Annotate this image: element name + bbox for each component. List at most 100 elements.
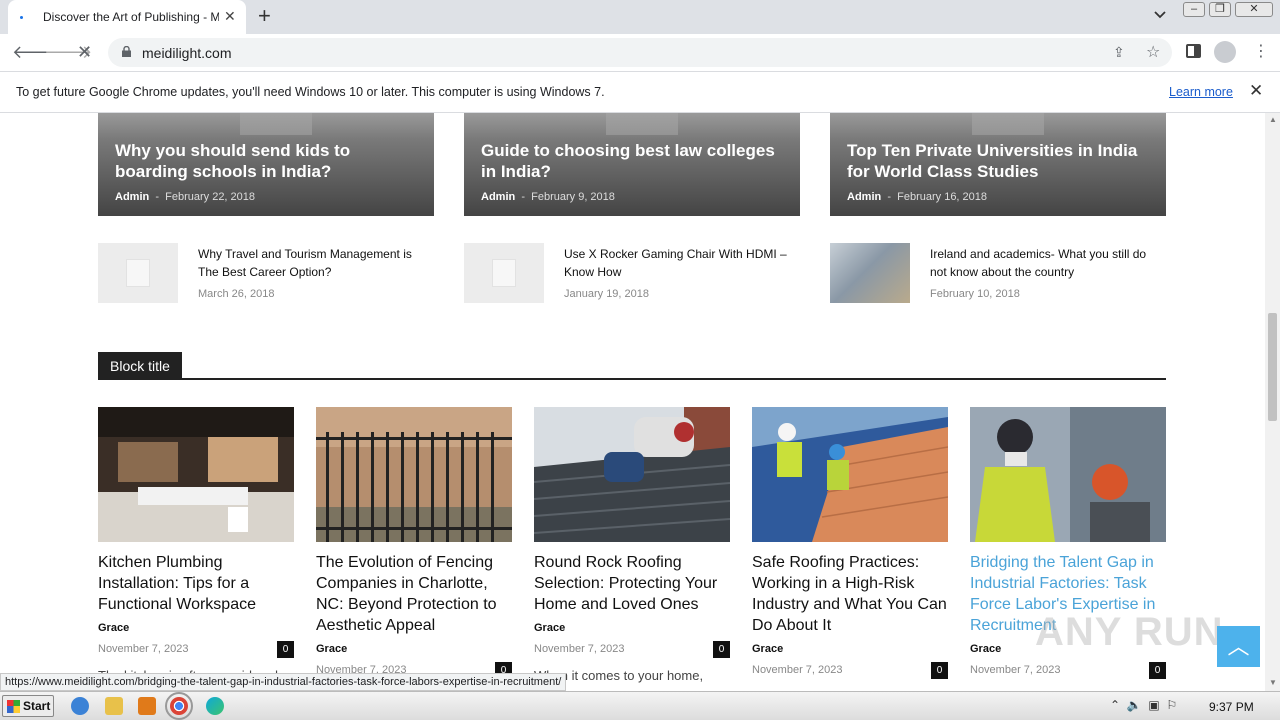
browser-tab[interactable]: Discover the Art of Publishing - Meid ✕ xyxy=(8,0,246,34)
list-item-title[interactable]: Ireland and academics- What you still do… xyxy=(930,245,1166,281)
post-author[interactable]: Grace xyxy=(534,622,565,634)
address-url[interactable]: meidilight.com xyxy=(142,45,231,61)
featured-author[interactable]: Admin xyxy=(115,191,149,203)
post-title[interactable]: Round Rock Roofing Selection: Protecting… xyxy=(534,552,730,615)
post-thumbnail[interactable] xyxy=(464,243,544,303)
post-date: November 7, 2023 xyxy=(98,643,189,655)
stop-loading-icon[interactable]: ✕ xyxy=(77,42,92,63)
post-image[interactable] xyxy=(752,407,948,542)
comment-count-badge[interactable]: 0 xyxy=(931,662,948,679)
minimize-window-icon[interactable]: ‒ xyxy=(1183,2,1205,17)
featured-author[interactable]: Admin xyxy=(481,191,515,203)
post-author[interactable]: Grace xyxy=(98,622,129,634)
featured-author[interactable]: Admin xyxy=(847,191,881,203)
post-card[interactable]: The Evolution of Fencing Companies in Ch… xyxy=(316,407,512,691)
card-image-fragment xyxy=(606,113,678,135)
windows-taskbar: Start ⌃ 🔈 ▣ ⚐ 9:37 PM xyxy=(0,691,1280,720)
post-date: November 7, 2023 xyxy=(534,643,625,655)
list-item-date: February 10, 2018 xyxy=(930,288,1020,300)
scroll-down-icon[interactable]: ▼ xyxy=(1269,678,1277,687)
infobar-message: To get future Google Chrome updates, you… xyxy=(16,85,605,99)
list-item[interactable]: Ireland and academics- What you still do… xyxy=(830,243,1166,303)
featured-title[interactable]: Guide to choosing best law colleges in I… xyxy=(481,140,791,182)
windows-logo-icon xyxy=(7,700,20,713)
post-thumbnail[interactable] xyxy=(98,243,178,303)
close-icon[interactable]: ✕ xyxy=(1249,81,1263,101)
comment-count-badge[interactable]: 0 xyxy=(1149,662,1166,679)
media-player-icon[interactable] xyxy=(138,697,156,715)
tab-search-chevron-icon[interactable] xyxy=(1153,8,1167,22)
page-scrollbar[interactable]: ▲ ▼ xyxy=(1265,113,1280,691)
scrollbar-thumb[interactable] xyxy=(1268,313,1277,421)
block-title-divider xyxy=(98,378,1166,380)
featured-date: February 22, 2018 xyxy=(165,191,256,203)
file-explorer-icon[interactable] xyxy=(105,697,123,715)
featured-date: February 16, 2018 xyxy=(897,191,988,203)
featured-card[interactable]: Guide to choosing best law colleges in I… xyxy=(464,113,800,216)
back-to-top-button[interactable]: ︿ xyxy=(1217,626,1260,667)
taskbar-clock[interactable]: 9:37 PM xyxy=(1209,700,1254,714)
post-date: November 7, 2023 xyxy=(970,664,1061,676)
post-image[interactable] xyxy=(316,407,512,542)
post-image[interactable] xyxy=(534,407,730,542)
scroll-up-icon[interactable]: ▲ xyxy=(1269,115,1277,124)
learn-more-link[interactable]: Learn more xyxy=(1169,85,1233,99)
tab-loading-icon xyxy=(20,16,23,19)
new-tab-button[interactable]: + xyxy=(258,3,271,29)
post-image[interactable] xyxy=(970,407,1166,542)
close-window-icon[interactable]: ✕ xyxy=(1235,2,1273,17)
share-icon[interactable]: ⇪ xyxy=(1113,44,1125,61)
lock-icon xyxy=(122,46,131,57)
start-button[interactable]: Start xyxy=(2,695,54,717)
featured-card[interactable]: Why you should send kids to boarding sch… xyxy=(98,113,434,216)
address-bar[interactable]: meidilight.com ⇪ ☆ xyxy=(108,38,1172,67)
browser-toolbar: 🡐 🡒 ✕ meidilight.com ⇪ ☆ ⋮ xyxy=(0,34,1280,71)
list-item-date: March 26, 2018 xyxy=(198,288,275,300)
post-title[interactable]: Safe Roofing Practices: Working in a Hig… xyxy=(752,552,948,636)
tab-title: Discover the Art of Publishing - Meid xyxy=(43,10,219,24)
card-image-fragment xyxy=(240,113,312,135)
profile-icon[interactable] xyxy=(1214,41,1236,63)
internet-explorer-icon[interactable] xyxy=(71,697,89,715)
comment-count-badge[interactable]: 0 xyxy=(713,641,730,658)
list-item-date: January 19, 2018 xyxy=(564,288,650,300)
restore-window-icon[interactable]: ❐ xyxy=(1209,2,1231,17)
list-item-title[interactable]: Use X Rocker Gaming Chair With HDMI – Kn… xyxy=(564,245,800,281)
post-card[interactable]: Kitchen Plumbing Installation: Tips for … xyxy=(98,407,294,691)
post-image[interactable] xyxy=(98,407,294,542)
kebab-menu-icon[interactable]: ⋮ xyxy=(1253,41,1269,61)
status-bar-url: https://www.meidilight.com/bridging-the-… xyxy=(0,673,567,691)
post-card[interactable]: Safe Roofing Practices: Working in a Hig… xyxy=(752,407,948,691)
tab-strip: Discover the Art of Publishing - Meid ✕ … xyxy=(0,0,1280,34)
card-image-fragment xyxy=(972,113,1044,135)
list-item[interactable]: Use X Rocker Gaming Chair With HDMI – Kn… xyxy=(464,243,800,303)
post-thumbnail[interactable] xyxy=(830,243,910,303)
watermark: ANY RUN xyxy=(1035,610,1224,654)
post-date: November 7, 2023 xyxy=(752,664,843,676)
post-title[interactable]: Kitchen Plumbing Installation: Tips for … xyxy=(98,552,294,615)
tab-close-icon[interactable]: ✕ xyxy=(224,8,236,25)
featured-date: February 9, 2018 xyxy=(531,191,615,203)
featured-title[interactable]: Top Ten Private Universities in India fo… xyxy=(847,140,1157,182)
featured-meta: Admin - February 22, 2018 xyxy=(115,191,256,203)
post-author[interactable]: Grace xyxy=(970,643,1001,655)
post-card[interactable]: Round Rock Roofing Selection: Protecting… xyxy=(534,407,730,691)
chrome-icon[interactable] xyxy=(165,692,193,720)
block-title: Block title xyxy=(98,352,182,380)
featured-title[interactable]: Why you should send kids to boarding sch… xyxy=(115,140,425,182)
list-item-title[interactable]: Why Travel and Tourism Management is The… xyxy=(198,245,434,281)
comment-count-badge[interactable]: 0 xyxy=(277,641,294,658)
post-title[interactable]: The Evolution of Fencing Companies in Ch… xyxy=(316,552,512,636)
post-author[interactable]: Grace xyxy=(752,643,783,655)
placeholder-image-icon xyxy=(492,259,516,287)
post-author[interactable]: Grace xyxy=(316,643,347,655)
list-item[interactable]: Why Travel and Tourism Management is The… xyxy=(98,243,434,303)
system-tray[interactable]: ⌃ 🔈 ▣ ⚐ xyxy=(1110,698,1177,712)
featured-card[interactable]: Top Ten Private Universities in India fo… xyxy=(830,113,1166,216)
star-icon[interactable]: ☆ xyxy=(1146,42,1160,62)
side-panel-icon[interactable] xyxy=(1186,44,1201,58)
featured-meta: Admin - February 16, 2018 xyxy=(847,191,988,203)
update-infobar: To get future Google Chrome updates, you… xyxy=(0,71,1280,113)
edge-icon[interactable] xyxy=(206,697,224,715)
start-label: Start xyxy=(23,699,51,713)
